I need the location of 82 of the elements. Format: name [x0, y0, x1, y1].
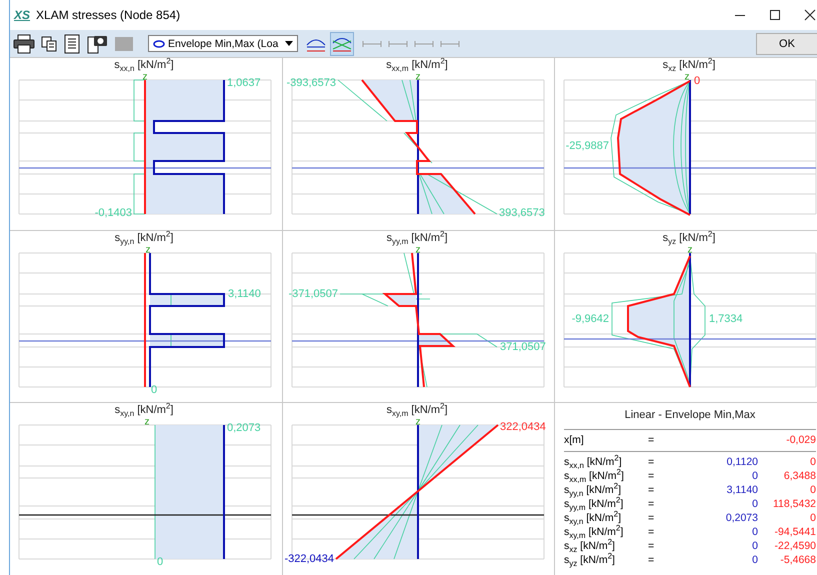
stress-label: s$_{xx,m}$ [kN/m$^{2}$]: [564, 471, 625, 484]
position-label: x[m]: [564, 435, 585, 446]
chart-title: s$_{xy,n}$ [kN/m$^{2}$]: [114, 403, 174, 419]
maximize-icon[interactable]: [769, 9, 781, 21]
stress-label: s$_{xx,n}$ [kN/m$^{2}$]: [564, 457, 623, 470]
z-axis-label: z: [688, 247, 692, 256]
max-value: 0: [809, 485, 816, 498]
min-value: 3,1140: [726, 485, 758, 498]
value-label: 0: [157, 556, 164, 568]
value-label: 322,0434: [500, 420, 546, 433]
chart-title: s$_{xx,m}$ [kN/m$^{2}$]: [385, 58, 449, 74]
value-label: -9,9642: [572, 312, 609, 325]
max-value: -5,4668: [779, 555, 816, 568]
min-value: 0: [751, 499, 758, 512]
caret-icon: [285, 41, 293, 46]
chart-title: s$_{yz}$ [kN/m$^{2}$]: [662, 231, 716, 247]
max-value: 118,5432: [772, 499, 816, 512]
value-label: 393,6573: [499, 206, 545, 219]
equals-sign: =: [648, 485, 656, 498]
value-label: 1,0637: [227, 76, 261, 89]
equals-sign: =: [648, 457, 656, 470]
stress-label: s$_{yy,m}$ [kN/m$^{2}$]: [564, 499, 624, 512]
equals-sign: =: [648, 555, 656, 568]
z-axis-label: z: [684, 74, 690, 82]
stress-label: s$_{yy,n}$ [kN/m$^{2}$]: [564, 485, 622, 498]
stress-label: s$_{yz}$ [kN/m$^{2}$]: [564, 555, 616, 568]
equals-sign: =: [648, 541, 656, 554]
value-label: -393,6573: [286, 76, 336, 89]
min-value: 0: [751, 541, 758, 554]
value-label: 0: [151, 384, 158, 396]
value-label: -371,0507: [288, 288, 338, 300]
value-label: 1,7334: [709, 312, 743, 325]
chart-title: s$_{xx,n}$ [kN/m$^{2}$]: [113, 58, 175, 74]
z-axis-label: z: [416, 419, 420, 428]
value-label: -25,9887: [566, 140, 609, 152]
min-value: 0: [751, 555, 758, 568]
results-title: Linear - Envelope Min,Max: [564, 407, 816, 430]
load-case-dropdown[interactable]: Envelope Min,Max (Loa: [148, 35, 298, 52]
chart-title: s$_{xy,m}$ [kN/m$^{2}$]: [385, 403, 449, 419]
value-label: -0,1403: [94, 206, 132, 219]
window-title: XLAM stresses (Node 854): [36, 8, 180, 22]
equals-sign: =: [648, 471, 656, 484]
value-label: 0,2073: [227, 422, 261, 434]
min-value: 0,2073: [724, 513, 758, 526]
chart-title: s$_{yy,n}$ [kN/m$^{2}$]: [114, 231, 174, 247]
value-label: 3,1140: [228, 288, 261, 300]
z-axis-label: z: [416, 74, 420, 82]
z-axis-label: z: [146, 247, 150, 256]
equals-sign: =: [648, 513, 656, 526]
max-value: -22,4590: [774, 541, 816, 554]
chart-title: s$_{xz}$ [kN/m$^{2}$]: [662, 58, 716, 74]
app-logo: XS: [14, 8, 30, 22]
equals-sign: =: [648, 435, 656, 446]
camera-icon[interactable]: [86, 34, 108, 54]
z-axis-label: z: [416, 247, 420, 256]
value-label: 0: [694, 74, 700, 87]
max-value: 0: [809, 457, 816, 470]
min-value: 0: [751, 527, 758, 540]
z-axis-label: z: [142, 74, 148, 82]
stress-label: s$_{xy,n}$ [kN/m$^{2}$]: [564, 513, 622, 526]
position-value: -0,029: [785, 435, 816, 446]
close-icon[interactable]: [804, 9, 816, 21]
min-value: 0: [751, 471, 758, 484]
list-icon[interactable]: [63, 34, 81, 54]
copy-icon[interactable]: [40, 34, 58, 52]
equals-sign: =: [648, 527, 656, 540]
print-icon[interactable]: [13, 34, 35, 54]
z-axis-label: z: [144, 419, 150, 428]
stress-label: s$_{xy,m}$ [kN/m$^{2}$]: [564, 527, 624, 540]
value-label: 371,0507: [500, 340, 546, 353]
ellipse-icon: [153, 40, 165, 48]
max-value: 6,3488: [782, 471, 816, 484]
max-value: 0: [809, 513, 816, 526]
envelope-view-button[interactable]: [330, 32, 354, 56]
equals-sign: =: [648, 499, 656, 512]
stress-label: s$_{xz}$ [kN/m$^{2}$]: [564, 541, 616, 554]
value-label: -322,0434: [284, 552, 334, 565]
ok-button[interactable]: OK: [756, 32, 817, 54]
envelope-area: [385, 294, 453, 346]
max-value: -94,5441: [774, 527, 816, 540]
chart-title: s$_{yy,m}$ [kN/m$^{2}$]: [385, 231, 449, 247]
min-value: 0,1120: [726, 457, 758, 470]
